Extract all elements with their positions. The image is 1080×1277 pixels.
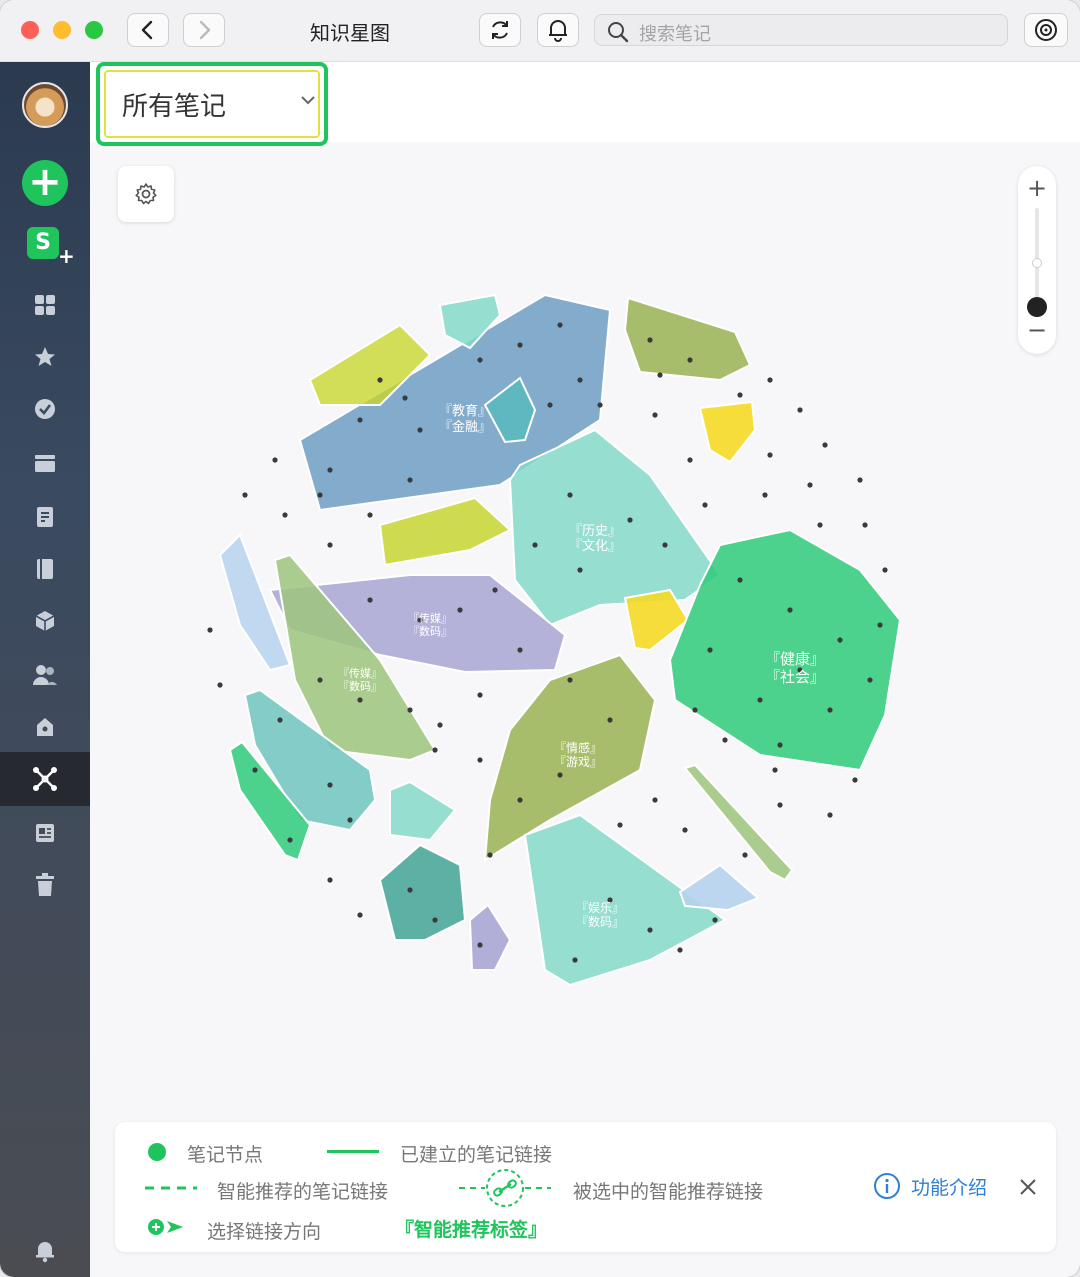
grid-icon	[35, 295, 55, 315]
cluster-label-5a: 『传媒』	[338, 667, 382, 680]
folder-icon	[35, 455, 55, 472]
cluster-label-2b: 『文化』	[569, 539, 621, 554]
established-link-icon	[327, 1150, 379, 1153]
sidebar-item-clippings[interactable]	[0, 808, 90, 858]
knowledge-graph-icon	[33, 767, 57, 791]
cluster-label-6b: 『游戏』	[554, 755, 602, 769]
cluster-label-7b: 『数码』	[576, 914, 624, 929]
minimize-window-button[interactable]	[53, 21, 71, 39]
check-circle-icon	[35, 399, 55, 419]
refresh-button[interactable]	[479, 13, 521, 47]
cluster-label-3a: 『健康』	[765, 650, 825, 668]
legend-established-link-label: 已建立的笔记链接	[400, 1144, 553, 1166]
sidebar-item-trash[interactable]	[0, 860, 90, 910]
dropdown-selected-value: 所有笔记	[122, 92, 227, 122]
cluster-teal-small-center[interactable]	[389, 780, 457, 842]
info-icon	[874, 1173, 900, 1199]
sidebar-item-tasks[interactable]	[0, 384, 90, 434]
bell-icon	[36, 1242, 54, 1263]
feature-intro-link[interactable]: 功能介绍	[873, 1172, 987, 1200]
back-button[interactable]	[127, 13, 169, 47]
graph-settings-button[interactable]	[118, 166, 174, 222]
cluster-label-3b: 『社会』	[765, 668, 825, 686]
target-button[interactable]	[1024, 13, 1068, 47]
cluster-olive-topright[interactable]	[623, 296, 752, 382]
chevron-right-icon	[199, 20, 211, 40]
window-title: 知识星图	[310, 21, 390, 45]
new-note-button[interactable]: +	[22, 160, 68, 206]
search-placeholder: 搜索笔记	[639, 24, 711, 45]
suggested-link-icon	[145, 1186, 197, 1190]
note-icon	[37, 507, 53, 527]
lock-icon	[37, 718, 53, 736]
plus-icon: +	[58, 244, 75, 268]
search-icon	[608, 22, 629, 43]
legend-select-direction-label: 选择链接方向	[207, 1221, 322, 1243]
cluster-olive-diagonal[interactable]	[683, 763, 794, 882]
knowledge-graph-canvas[interactable]: 『教育』 『金融』 『历史』 『文化』 『健康』 『社会』 『传媒』 『数码』 …	[180, 280, 920, 1000]
close-window-button[interactable]	[21, 21, 39, 39]
notifications-button[interactable]	[537, 13, 579, 47]
graph-legend: 笔记节点 已建立的笔记链接 智能推荐的笔记链接 被选中的智能推荐链接 选择链接方…	[115, 1122, 1056, 1252]
sidebar-item-folders[interactable]	[0, 438, 90, 488]
title-bar: 知识星图 搜索笔记	[0, 0, 1080, 62]
zoom-in-button[interactable]: +	[1018, 174, 1056, 202]
clipping-icon	[36, 824, 54, 842]
sidebar-item-notebooks[interactable]	[0, 544, 90, 594]
cluster-label-5b: 『数码』	[338, 680, 382, 693]
cluster-label-6a: 『情感』	[554, 740, 602, 755]
sidebar-item-archive[interactable]	[0, 596, 90, 646]
zoom-control: + −	[1018, 166, 1056, 354]
cluster-label-7a: 『娱乐』	[576, 901, 624, 915]
zoom-slider-handle[interactable]	[1027, 297, 1047, 317]
legend-selected-suggested-link-label: 被选中的智能推荐链接	[573, 1181, 764, 1203]
refresh-icon	[492, 21, 508, 39]
zoom-window-button[interactable]	[85, 21, 103, 39]
sidebar-item-overview[interactable]	[0, 280, 90, 330]
cube-icon	[35, 611, 55, 631]
sidebar-item-notifications[interactable]	[0, 1226, 90, 1276]
feature-intro-label: 功能介绍	[911, 1176, 988, 1199]
avatar[interactable]	[22, 82, 68, 128]
sidebar: + S +	[0, 62, 90, 1277]
legend-suggested-link-label: 智能推荐的笔记链接	[217, 1181, 389, 1203]
link-direction-icon	[148, 1219, 183, 1235]
cluster-label-1b: 『金融』	[439, 419, 491, 435]
sidebar-item-shared[interactable]	[0, 650, 90, 700]
users-icon	[33, 665, 57, 685]
cluster-darkteal-bottom[interactable]	[378, 843, 467, 941]
notes-filter-dropdown[interactable]: 所有笔记	[96, 62, 328, 146]
cluster-lime-mid[interactable]	[378, 496, 512, 567]
close-icon[interactable]	[1019, 1178, 1037, 1196]
notebook-icon	[37, 559, 53, 579]
gear-icon	[135, 183, 157, 205]
cluster-lightblue-bottomright[interactable]	[678, 863, 760, 912]
trash-icon	[36, 873, 54, 896]
sidebar-item-starred[interactable]	[0, 332, 90, 382]
sidebar-item-locked[interactable]	[0, 702, 90, 752]
cluster-purple-bottom[interactable]	[468, 903, 512, 971]
s-plus-icon[interactable]: S	[27, 227, 59, 259]
cluster-label-1a: 『教育』	[439, 403, 491, 419]
selected-suggested-link-icon	[459, 1169, 551, 1207]
zoom-out-button[interactable]: −	[1018, 316, 1056, 344]
legend-node-label: 笔记节点	[187, 1144, 264, 1166]
note-node-icon	[148, 1143, 166, 1161]
zoom-mid-marker	[1032, 258, 1042, 268]
bell-icon	[549, 20, 567, 42]
sidebar-item-knowledge-graph[interactable]	[0, 752, 90, 806]
legend-smart-tag-label: 『智能推荐标签』	[395, 1219, 548, 1241]
cluster-label-4b: 『数码』	[408, 625, 452, 638]
search-input[interactable]: 搜索笔记	[594, 14, 1008, 46]
app-window: 知识星图 搜索笔记 + S + 所有笔记 + − 『教育』 『金融』 『历史』 …	[0, 0, 1080, 1277]
cluster-label-4a: 『传媒』	[408, 612, 452, 625]
chevron-down-icon	[301, 96, 315, 105]
forward-button[interactable]	[183, 13, 225, 47]
chevron-left-icon	[141, 20, 153, 40]
cluster-label-2a: 『历史』	[569, 524, 621, 539]
cluster-yellow-right[interactable]	[698, 400, 757, 464]
target-icon	[1035, 19, 1057, 41]
sidebar-item-notes[interactable]	[0, 492, 90, 542]
star-icon	[35, 347, 55, 366]
